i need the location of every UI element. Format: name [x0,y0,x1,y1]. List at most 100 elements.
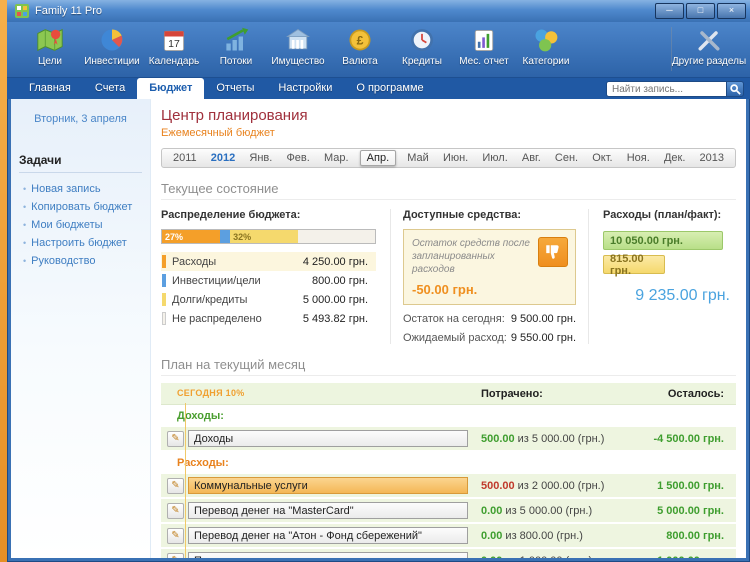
sidebar-link-label: Копировать бюджет [31,201,133,213]
budget-distribution-panel: Распределение бюджета: 27% 32% Расходы 4… [161,209,391,344]
today-label: СЕГОДНЯ 10% [175,388,247,398]
period-month-jan[interactable]: Янв. [246,151,275,165]
budget-item-name[interactable]: Перевод денег на "MasterCard" [188,502,468,519]
legend-row-unallocated: Не распределено 5 493.82 грн. [161,309,376,328]
sidebar-link-copy-budget[interactable]: • Копировать бюджет [11,198,150,216]
toolbar-item-credits[interactable]: Кредиты [391,25,453,67]
toolbar-item-other-sections[interactable]: Другие разделы [672,25,746,67]
period-month-may[interactable]: Май [404,151,432,165]
today-marker-line [185,403,186,558]
tab-settings[interactable]: Настройки [266,78,344,99]
edit-icon[interactable] [167,527,184,544]
toolbar-item-label: Мес. отчет [459,56,509,67]
bullet-icon: • [23,256,27,266]
toolbar-item-label: Цели [37,56,63,67]
left-cell: -4 500.00 грн. [653,432,724,445]
toolbar-item-flows[interactable]: Потоки [205,25,267,67]
period-month-sep[interactable]: Сен. [552,151,581,165]
tab-about[interactable]: О программе [344,78,435,99]
period-selector: 2011 2012 Янв. Фев. Мар. Апр. Май Июн. И… [161,148,736,168]
search-input[interactable] [606,81,726,97]
toolbar-item-label: Имущество [271,56,325,67]
toolbar-item-currency[interactable]: £ Валюта [329,25,391,67]
period-year-2011[interactable]: 2011 [170,151,200,165]
page-title: Центр планирования [161,107,308,124]
search-button[interactable] [726,81,744,97]
minimize-button[interactable]: ─ [655,3,684,19]
period-month-mar[interactable]: Мар. [321,151,352,165]
toolbar-item-goals[interactable]: Цели [19,25,81,67]
sidebar-link-new-record[interactable]: • Новая запись [11,180,150,198]
period-month-jun[interactable]: Июн. [440,151,471,165]
period-month-aug[interactable]: Авг. [519,151,544,165]
toolbar-item-label: Инвестиции [84,56,140,67]
spent-cell: 500.00 из 2 000.00 (грн.) [481,479,605,492]
close-button[interactable]: × [717,3,746,19]
period-month-apr[interactable]: Апр. [359,150,397,166]
left-cell: 5 000.00 грн. [657,504,724,517]
period-month-feb[interactable]: Фев. [283,151,312,165]
column-header-spent: Потрачено: [481,387,543,400]
current-state-panels: Распределение бюджета: 27% 32% Расходы 4… [161,209,736,344]
toolbar-item-property[interactable]: Имущество [267,25,329,67]
legend-marker [162,255,166,268]
sidebar-link-my-budgets[interactable]: • Мои бюджеты [11,216,150,234]
spent-cell: 0.00из 1 000.00 (грн.) [481,555,639,559]
sidebar-link-configure-budget[interactable]: • Настроить бюджет [11,234,150,252]
balance-today-row: Остаток на сегодня: 9 500.00 грн. [403,313,576,325]
budget-item-name[interactable]: Доходы [188,430,468,447]
tasks-header: Задачи [19,153,142,173]
toolbar-item-monthly-report[interactable]: Мес. отчет [453,25,515,67]
sidebar-link-label: Руководство [31,255,96,267]
tab-accounts[interactable]: Счета [83,78,137,99]
search-icon [729,83,741,95]
tab-reports[interactable]: Отчеты [204,78,266,99]
current-state-header: Текущее состояние [161,181,736,200]
bullet-icon: • [23,202,27,212]
left-cell: 800.00 грн. [666,529,724,542]
page-subtitle: Ежемесячный бюджет [161,127,275,139]
window-title: Family 11 Pro [35,5,103,17]
period-month-jul[interactable]: Июл. [479,151,510,165]
toolbar-item-calendar[interactable]: 17 Календарь [143,25,205,67]
credits-icon [407,25,437,55]
period-month-oct[interactable]: Окт. [589,151,615,165]
period-month-nov[interactable]: Ноя. [624,151,653,165]
sidebar-link-manual[interactable]: • Руководство [11,252,150,270]
sidebar-link-label: Настроить бюджет [31,237,127,249]
period-month-dec[interactable]: Дек. [661,151,688,165]
distribution-segment-unallocated [298,230,375,243]
categories-icon [531,25,561,55]
edit-icon[interactable] [167,477,184,494]
monthly-report-icon [469,25,499,55]
edit-icon[interactable] [167,502,184,519]
distribution-segment-investments [219,230,231,243]
current-date: Вторник, 3 апреля [34,113,127,125]
bullet-icon: • [23,184,27,194]
section-expenses: Расходы: [161,452,736,474]
period-year-2012[interactable]: 2012 [208,151,238,165]
available-title: Доступные средства: [403,209,521,221]
tab-budget[interactable]: Бюджет [137,78,205,99]
available-funds-box: Остаток средств после запланированных ра… [403,229,576,305]
spent-cell: 0.00 из 800.00 (грн.) [481,529,583,542]
budget-item-name[interactable]: Перевод денег на "Атон - Фонд сбережений… [188,527,468,544]
toolbar-item-investments[interactable]: Инвестиции [81,25,143,67]
period-year-2013[interactable]: 2013 [697,151,727,165]
toolbar-item-label: Категории [522,56,570,67]
budget-item-name[interactable]: Коммунальные услуги [188,477,468,494]
currency-icon: £ [345,25,375,55]
maximize-button[interactable]: □ [686,3,715,19]
toolbar-item-label: Кредиты [402,56,442,67]
edit-icon[interactable] [167,552,184,558]
spent-cell: 500.00 из 5 000.00 (грн.) [481,432,605,445]
goals-icon [35,25,65,55]
plan-fact-panel: Расходы (план/факт): 10 050.00 грн. 815.… [589,209,736,344]
tab-home[interactable]: Главная [17,78,83,99]
edit-icon[interactable] [167,430,184,447]
budget-row-mastercard: Перевод денег на "MasterCard" 0.00из 5 0… [161,499,736,524]
toolbar-item-label: Валюта [342,56,378,67]
toolbar-item-categories[interactable]: Категории [515,25,577,67]
budget-item-name[interactable]: Питание [188,552,468,558]
available-note: Остаток средств после запланированных ра… [412,238,530,275]
